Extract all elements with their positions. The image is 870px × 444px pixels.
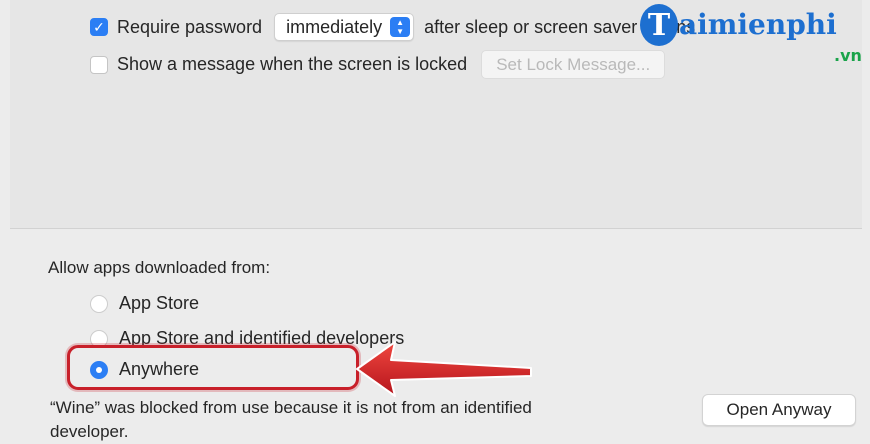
checkmark-icon: ✓ [93,19,105,35]
require-password-checkbox[interactable]: ✓ [90,18,108,36]
password-delay-value: immediately [286,16,383,37]
show-message-label: Show a message when the screen is locked [117,54,468,74]
radio-label: App Store [119,293,200,313]
annotation-arrow-icon [356,341,532,397]
watermark-logo: T aimienphi .vn [640,4,862,65]
require-password-row: ✓ Require password immediately ▲ ▼ after … [90,13,695,41]
radio-button[interactable] [90,294,108,313]
password-delay-popup[interactable]: immediately ▲ ▼ [274,13,415,41]
radio-option-app-store[interactable]: App Store [90,293,199,314]
annotation-highlight-box [67,345,359,390]
watermark-badge: T [640,4,678,46]
show-message-checkbox[interactable] [90,55,108,74]
blocked-app-message: “Wine” was blocked from use because it i… [50,398,532,441]
show-message-row: Show a message when the screen is locked… [90,50,666,79]
set-lock-message-button[interactable]: Set Lock Message... [481,50,666,79]
popup-stepper-icon: ▲ ▼ [390,17,411,37]
require-password-label: Require password [117,16,263,37]
open-anyway-button[interactable]: Open Anyway [702,394,856,426]
watermark-suffix: .vn [834,46,862,65]
allow-apps-heading: Allow apps downloaded from: [48,258,271,277]
watermark-text: aimienphi [679,8,837,41]
